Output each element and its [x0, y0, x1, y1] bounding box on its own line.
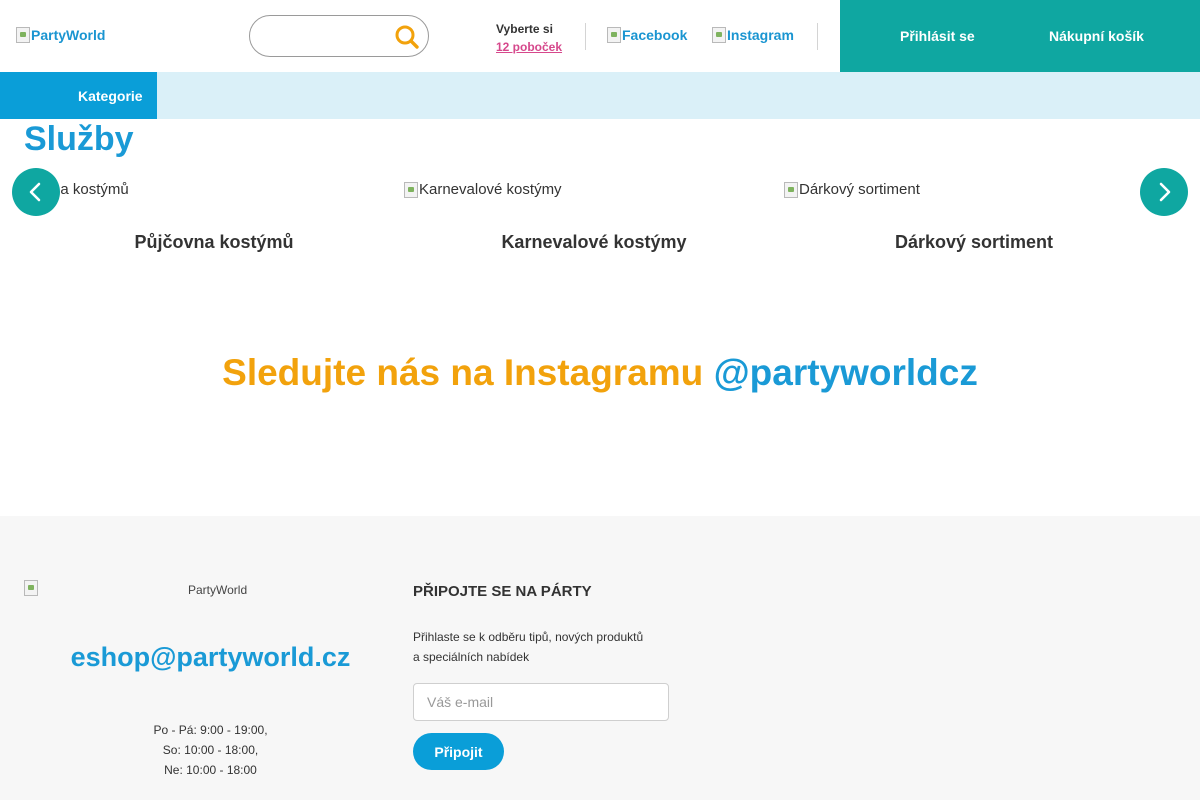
facebook-link[interactable]: Facebook [607, 27, 687, 43]
branches-link[interactable]: 12 poboček [496, 40, 562, 54]
newsletter-description-line: a speciálních nabídek [413, 650, 530, 664]
login-button[interactable]: Přihlásit se [900, 28, 975, 44]
broken-image-icon [24, 580, 38, 596]
header-divider [817, 23, 818, 50]
branches-selector: Vyberte si 12 poboček [496, 20, 562, 56]
service-card-gift-assortment[interactable]: Dárkový sortiment Dárkový sortiment [784, 168, 1164, 278]
service-image-alt: Karnevalové kostýmy [419, 181, 562, 198]
service-title: Dárkový sortiment [894, 232, 1054, 252]
newsletter-email-input[interactable] [413, 683, 669, 721]
carousel-prev-button[interactable] [12, 168, 60, 216]
site-logo-alt-text: PartyWorld [31, 27, 106, 43]
opening-hours-line: Po - Pá: 9:00 - 19:00, [153, 723, 268, 737]
service-title: Půjčovna kostýmů [134, 232, 294, 252]
categories-button[interactable]: Kategorie [0, 72, 157, 119]
header-actions: Přihlásit se Nákupní košík [840, 0, 1200, 72]
site-footer: PartyWorld eshop@partyworld.cz Po - Pá: … [0, 516, 1200, 800]
opening-hours-line: So: 10:00 - 18:00, [162, 743, 259, 757]
newsletter-title: PŘIPOJTE SE NA PÁRTY [413, 583, 592, 600]
instagram-link-text: Instagram [727, 27, 794, 43]
service-image-alt: Dárkový sortiment [799, 181, 920, 198]
instagram-handle-link[interactable]: @partyworldcz [714, 352, 978, 393]
broken-image-icon [712, 27, 726, 43]
broken-image-icon [607, 27, 621, 43]
categories-button-label: Kategorie [78, 88, 143, 104]
services-carousel: Půjčovna kostýmů Půjčovna kostýmů Karnev… [24, 168, 1176, 278]
search-box [249, 15, 429, 57]
instagram-link[interactable]: Instagram [712, 27, 794, 43]
chevron-left-icon [29, 182, 41, 202]
broken-image-icon [404, 181, 418, 198]
search-input[interactable] [264, 26, 394, 46]
service-image: Karnevalové kostýmy [404, 181, 562, 198]
category-nav-bar: Kategorie [0, 72, 1200, 119]
opening-hours-line: Ne: 10:00 - 18:00 [164, 763, 257, 777]
service-title: Karnevalové kostýmy [501, 232, 687, 252]
chevron-right-icon [1159, 182, 1171, 202]
service-card-carnival-costumes[interactable]: Karnevalové kostýmy Karnevalové kostýmy [404, 168, 784, 278]
footer-email-link[interactable]: eshop@partyworld.cz [24, 642, 397, 673]
broken-image-icon [16, 27, 30, 43]
service-card-costume-rental[interactable]: Půjčovna kostýmů Půjčovna kostýmů [24, 168, 404, 278]
services-title: Služby [24, 120, 134, 158]
footer-logo-alt: PartyWorld [188, 583, 248, 597]
branches-label: Vyberte si [496, 22, 553, 36]
broken-image-icon [784, 181, 798, 198]
instagram-follow-heading: Sledujte nás na Instagramu @partyworldcz [0, 352, 1200, 394]
search-icon [395, 25, 419, 49]
search-button[interactable] [394, 24, 420, 50]
service-image: Dárkový sortiment [784, 181, 920, 198]
newsletter-description-line: Přihlaste se k odběru tipů, nových produ… [413, 630, 644, 644]
header-divider [585, 23, 586, 50]
newsletter-join-button[interactable]: Připojit [413, 733, 504, 770]
facebook-link-text: Facebook [622, 27, 688, 43]
site-header: PartyWorld Vyberte si 12 poboček Faceboo… [0, 0, 1200, 72]
opening-hours: Po - Pá: 9:00 - 19:00, So: 10:00 - 18:00… [24, 720, 397, 780]
carousel-next-button[interactable] [1140, 168, 1188, 216]
newsletter-description: Přihlaste se k odběru tipů, nových produ… [413, 627, 663, 667]
instagram-follow-text: Sledujte nás na Instagramu [222, 352, 704, 393]
site-logo[interactable]: PartyWorld [16, 27, 105, 43]
cart-button[interactable]: Nákupní košík [1049, 28, 1144, 44]
